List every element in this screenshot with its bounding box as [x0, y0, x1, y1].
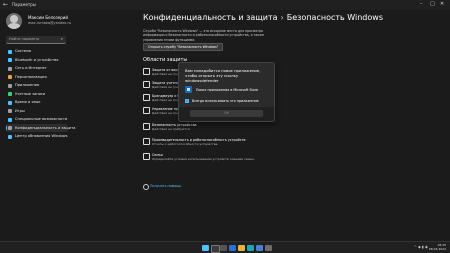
avatar: [6, 13, 22, 29]
sidebar-item-label: Центр обновления Windows: [15, 134, 68, 138]
tray-icons[interactable]: ^ ◆ ▮ ◉: [414, 245, 428, 249]
breadcrumb-current: Безопасность Windows: [286, 13, 383, 22]
brush-icon: [8, 75, 12, 79]
virus-protection-icon: [143, 68, 150, 75]
sidebar-item-system[interactable]: Система: [6, 47, 68, 56]
close-icon[interactable]: ✕: [440, 1, 444, 7]
sidebar-item-label: Время и язык: [15, 100, 41, 104]
chevron-right-icon: ›: [280, 13, 284, 22]
clock-date: 08.03.2022: [428, 246, 446, 251]
sidebar-item-label: Система: [15, 49, 32, 53]
open-security-button[interactable]: Открыть службу "Безопасность Windows": [143, 43, 224, 51]
account-protection-icon: [143, 81, 150, 88]
shield-icon: [8, 126, 12, 130]
sidebar-item-bluetooth[interactable]: Bluetooth и устройства: [6, 56, 68, 65]
start-icon[interactable]: [202, 244, 209, 251]
sidebar-item-label: Конфиденциальность и защита: [15, 125, 76, 130]
sidebar-item-accounts[interactable]: Учетные записи: [6, 90, 68, 99]
firewall-icon: [143, 94, 150, 101]
clock[interactable]: 18:45 08.03.2022: [428, 243, 446, 252]
sidebar-item-label: Игры: [15, 108, 25, 113]
maximize-icon[interactable]: □: [430, 1, 435, 7]
time-language-icon: [8, 100, 12, 105]
games-icon: [8, 109, 12, 113]
always-use-checkbox[interactable]: ✓: [185, 99, 189, 103]
widgets-icon[interactable]: [229, 244, 236, 251]
account-icon: [8, 92, 12, 96]
family-icon: [143, 153, 150, 160]
app-control-icon: [143, 107, 150, 114]
sidebar-item-privacy[interactable]: Конфиденциальность и защита: [6, 123, 75, 132]
store-search-option[interactable]: Поиск приложения в Microsoft Store: [185, 85, 267, 94]
store-icon: [185, 86, 192, 93]
sidebar-nav: Система Bluetooth и устройства Сеть и Ин…: [6, 47, 75, 141]
back-arrow-icon[interactable]: ←: [3, 1, 8, 8]
help-icon: [143, 184, 149, 190]
update-icon: [8, 134, 12, 139]
sidebar-item-label: Персонализация: [15, 74, 47, 79]
settings-screen: { "window": { "title": "Параметры", "bac…: [0, 0, 450, 253]
sidebar-item-apps[interactable]: Приложения: [6, 81, 68, 90]
task-view-icon[interactable]: [220, 244, 227, 251]
dialog-footer: ОК: [179, 107, 274, 121]
sidebar-item-network[interactable]: Сеть и Интернет: [6, 64, 68, 73]
open-with-dialog: Вам понадобится новое приложение, чтобы …: [178, 62, 275, 122]
device-security-icon: [143, 123, 150, 130]
edge-icon[interactable]: [247, 244, 254, 251]
network-icon: [8, 66, 12, 71]
area-subtitle: Действия не требуются.: [152, 127, 191, 132]
title-bar: ← Параметры – □ ✕: [0, 0, 450, 10]
search-placeholder: Найти параметр: [9, 37, 40, 41]
sidebar-item-label: Приложения: [15, 83, 40, 87]
area-subtitle: Отчеты о работоспособности устройства.: [152, 142, 219, 147]
explorer-icon[interactable]: [238, 244, 245, 251]
profile-email: max.rumaka@yandex.ru: [28, 21, 72, 25]
sidebar-item-label: Специальные возможности: [15, 117, 68, 121]
device-health-icon: [143, 138, 150, 145]
sidebar-item-label: Bluetooth и устройства: [15, 57, 59, 62]
search-input[interactable]: Найти параметр ⌕: [6, 36, 66, 44]
apps-icon: [8, 83, 12, 88]
get-help-link[interactable]: Получить помощь: [150, 184, 181, 188]
system-icon: [8, 49, 12, 54]
settings-icon[interactable]: [265, 244, 272, 251]
window-title: Параметры: [12, 2, 36, 7]
bluetooth-icon: [8, 58, 12, 62]
breadcrumb-parent[interactable]: Конфиденциальность и защита: [143, 13, 278, 22]
profile-name: Максим Белозерий: [28, 15, 68, 20]
always-use-label: Всегда использовать это приложение: [192, 99, 259, 103]
accessibility-icon: [8, 117, 12, 122]
sidebar-item-label: Сеть и Интернет: [15, 66, 47, 70]
sidebar-item-accessibility[interactable]: Специальные возможности: [6, 115, 68, 124]
sidebar-item-personalization[interactable]: Персонализация: [6, 73, 68, 82]
taskbar: ^ ◆ ▮ ◉ 18:45 08.03.2022: [0, 241, 450, 253]
search-icon: ⌕: [60, 36, 63, 41]
area-subtitle: Определяйте условия использования устрой…: [152, 157, 255, 162]
store-option-label: Поиск приложения в Microsoft Store: [196, 87, 259, 92]
sidebar-item-time-language[interactable]: Время и язык: [6, 98, 68, 107]
store-icon[interactable]: [256, 244, 263, 251]
sidebar-item-windows-update[interactable]: Центр обновления Windows: [6, 132, 68, 141]
ok-button[interactable]: ОК: [190, 110, 263, 117]
minimize-icon[interactable]: –: [420, 1, 423, 7]
search-icon[interactable]: [211, 244, 220, 253]
page-description: Служба "Безопасность Windows" — это исхо…: [143, 29, 265, 42]
dialog-message: Вам понадобится новое приложение, чтобы …: [185, 68, 261, 83]
sidebar-item-label: Учетные записи: [15, 91, 46, 96]
breadcrumb: Конфиденциальность и защита › Безопасность…: [143, 13, 383, 22]
sidebar-item-games[interactable]: Игры: [6, 107, 68, 116]
